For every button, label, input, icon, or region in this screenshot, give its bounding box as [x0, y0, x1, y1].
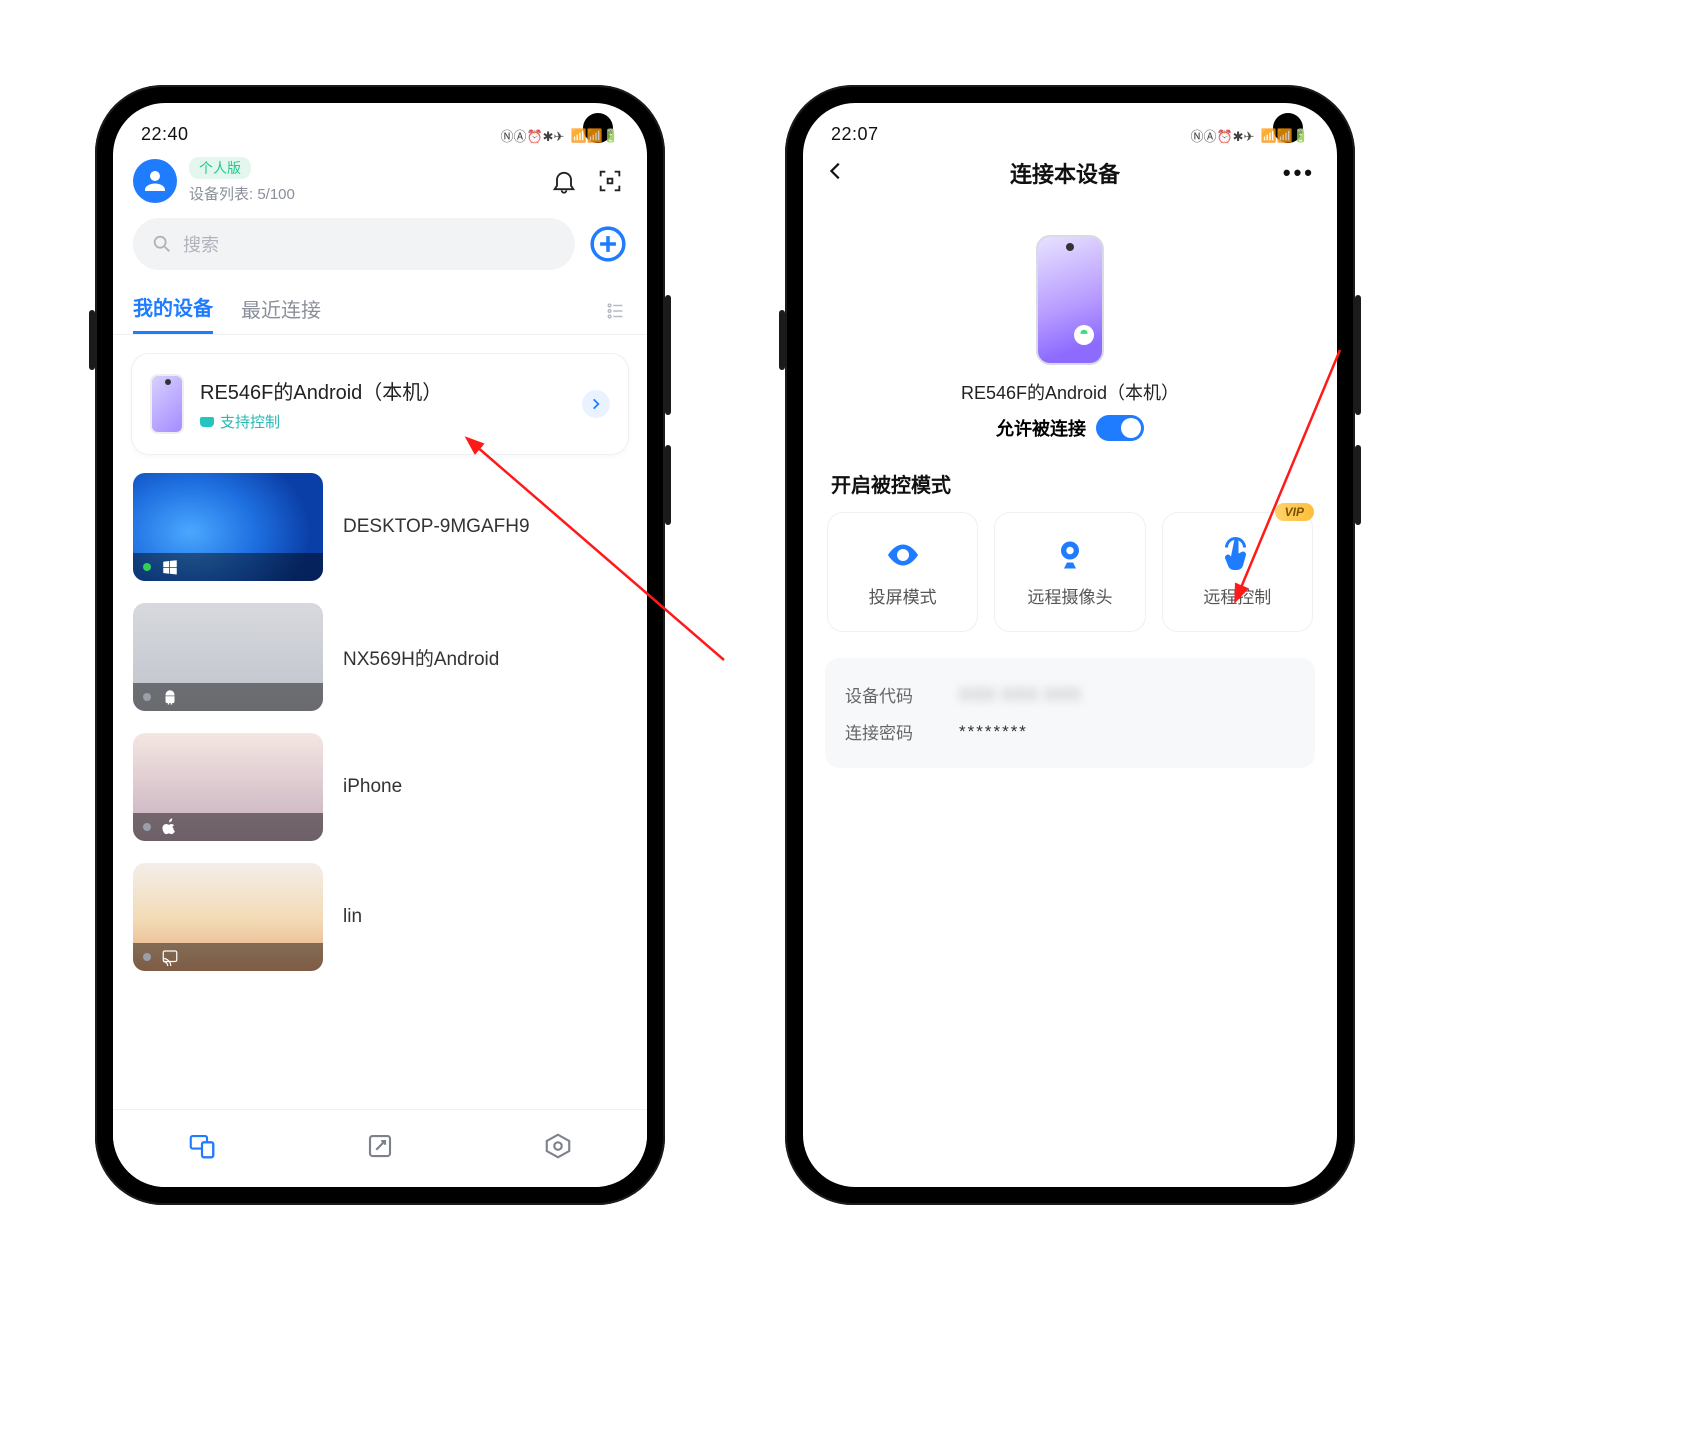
search-input[interactable]: 搜索 [133, 218, 575, 270]
view-toggle-icon[interactable] [605, 300, 627, 327]
back-button[interactable] [825, 160, 847, 187]
device-name: NX569H的Android [343, 644, 499, 671]
android-icon [161, 688, 179, 706]
status-icons: ⓃⒶ⏰✱✈︎📶📶🔋 [500, 126, 619, 145]
status-dot-online [143, 563, 151, 571]
status-time: 22:40 [141, 124, 189, 145]
status-bar: 22:40 ⓃⒶ⏰✱✈︎📶📶🔋 [113, 103, 647, 147]
status-dot [143, 953, 151, 961]
allow-connect-toggle[interactable] [1096, 415, 1144, 441]
plan-badge: 个人版 [189, 157, 251, 179]
webcam-icon [1052, 537, 1088, 573]
status-icons: ⓃⒶ⏰✱✈︎📶📶🔋 [1190, 126, 1309, 145]
device-item[interactable]: lin [113, 863, 647, 971]
password-value: ******** [959, 722, 1028, 742]
device-code-value: XXX XXX XXX [959, 685, 1082, 705]
bottom-nav [113, 1109, 647, 1187]
mode-screencast[interactable]: 投屏模式 [827, 512, 978, 632]
card-subtitle: 支持控制 [200, 411, 566, 432]
tab-recent[interactable]: 最近连接 [241, 294, 321, 333]
connection-info: 设备代码 XXX XXX XXX 连接密码 ******** [825, 658, 1315, 768]
device-name-label: RE546F的Android（本机） [803, 379, 1337, 405]
device-illustration [1036, 235, 1104, 365]
phone-icon [150, 374, 184, 434]
search-icon [151, 233, 173, 255]
status-time: 22:07 [831, 124, 879, 145]
windows-icon [161, 558, 179, 576]
status-bar: 22:07 ⓃⒶ⏰✱✈︎📶📶🔋 [803, 103, 1337, 147]
nav-devices[interactable] [187, 1131, 217, 1166]
device-item[interactable]: NX569H的Android [113, 603, 647, 711]
phone-frame-left: 22:40 ⓃⒶ⏰✱✈︎📶📶🔋 个人版 设备列表: 5/100 [95, 85, 665, 1205]
status-dot [143, 693, 151, 701]
mode-remote-control[interactable]: VIP 远程控制 [1162, 512, 1313, 632]
apple-icon [161, 818, 179, 836]
control-icon [200, 417, 214, 427]
device-name: DESKTOP-9MGAFH9 [343, 516, 530, 538]
device-thumbnail [133, 733, 323, 841]
device-code-label: 设备代码 [845, 682, 935, 707]
android-badge-icon [1074, 325, 1094, 345]
more-icon[interactable]: ••• [1283, 160, 1315, 186]
this-device-card[interactable]: RE546F的Android（本机） 支持控制 [131, 353, 629, 455]
device-thumbnail [133, 863, 323, 971]
scan-icon[interactable] [593, 164, 627, 198]
device-thumbnail [133, 473, 323, 581]
nav-remote[interactable] [365, 1131, 395, 1166]
page-header: 连接本设备 ••• [803, 147, 1337, 195]
chevron-right-icon [582, 390, 610, 418]
device-item[interactable]: iPhone [113, 733, 647, 841]
section-title: 开启被控模式 [803, 441, 1337, 512]
device-thumbnail [133, 603, 323, 711]
device-count: 设备列表: 5/100 [189, 183, 295, 204]
password-label: 连接密码 [845, 719, 935, 744]
search-placeholder: 搜索 [183, 231, 219, 257]
mode-camera[interactable]: 远程摄像头 [994, 512, 1145, 632]
tab-my-devices[interactable]: 我的设备 [133, 292, 213, 334]
nav-settings[interactable] [543, 1131, 573, 1166]
device-name: iPhone [343, 776, 402, 798]
phone-frame-right: 22:07 ⓃⒶ⏰✱✈︎📶📶🔋 连接本设备 ••• RE546F的Android… [785, 85, 1355, 1205]
page-title: 连接本设备 [1010, 157, 1120, 189]
add-button[interactable] [589, 225, 627, 263]
card-title: RE546F的Android（本机） [200, 376, 566, 405]
plus-icon [589, 225, 627, 263]
bell-icon[interactable] [547, 164, 581, 198]
device-item[interactable]: DESKTOP-9MGAFH9 [113, 473, 647, 581]
avatar[interactable] [133, 159, 177, 203]
status-dot [143, 823, 151, 831]
eye-icon [885, 537, 921, 573]
cast-icon [161, 948, 179, 966]
header: 个人版 设备列表: 5/100 [113, 147, 647, 210]
allow-connect-label: 允许被连接 [996, 415, 1086, 441]
device-name: lin [343, 906, 362, 928]
vip-badge: VIP [1275, 503, 1314, 521]
user-icon [140, 166, 170, 196]
touch-icon [1219, 537, 1255, 573]
